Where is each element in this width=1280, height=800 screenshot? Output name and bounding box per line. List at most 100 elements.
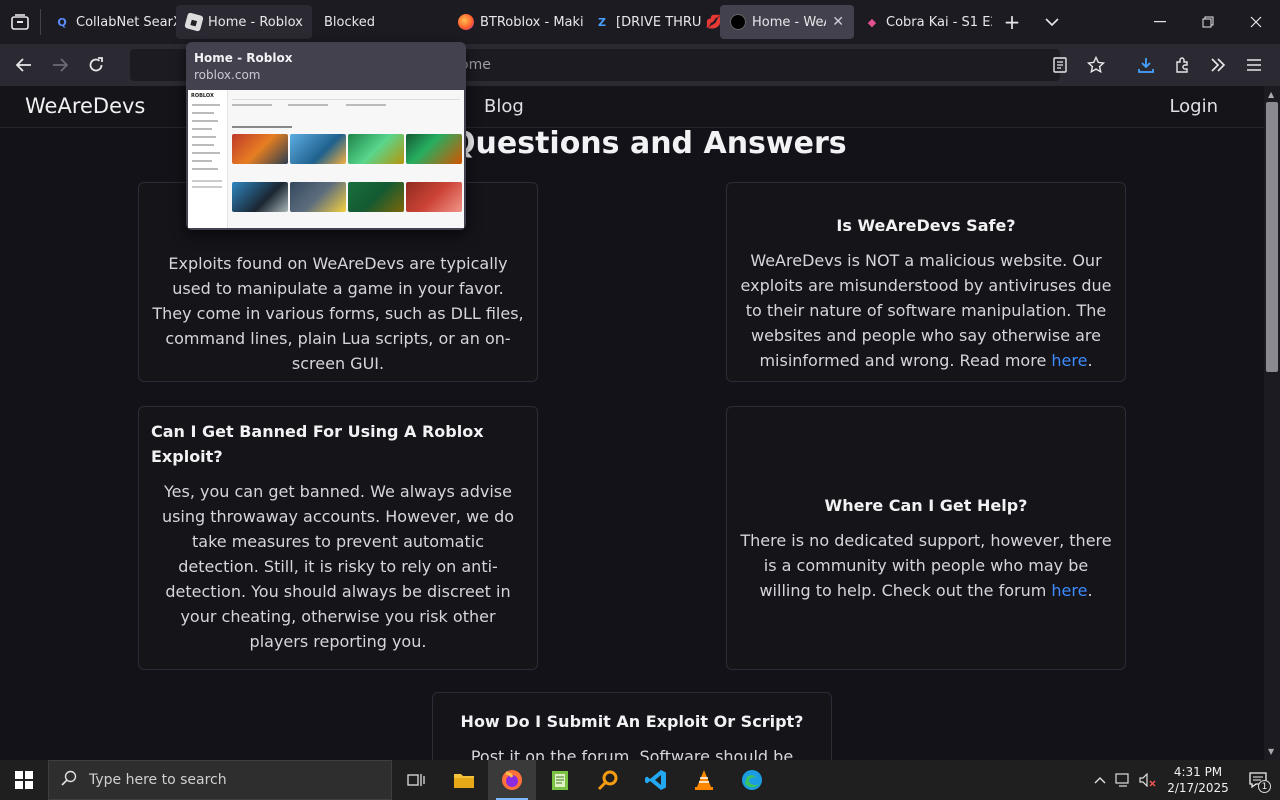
hamburger-menu-icon[interactable] (1236, 49, 1272, 81)
taskbar-search-box[interactable]: Type here to search (48, 760, 392, 800)
tab-title: [DRIVE THRU 💋] (616, 14, 720, 30)
tab-cobra-kai[interactable]: ◆ Cobra Kai - S1 E2 (854, 5, 992, 39)
windows-taskbar: Type here to search 4:31 PM 2/17/2025 1 (0, 760, 1280, 800)
faq-answer-suffix: . (1087, 581, 1093, 600)
scroll-up-arrow-icon[interactable]: ▲ (1268, 90, 1274, 99)
windows-start-icon[interactable] (0, 760, 48, 800)
drive-favicon-icon: Z (598, 15, 606, 29)
faq-card-is-safe: Is WeAreDevs Safe? WeAreDevs is NOT a ma… (726, 182, 1126, 382)
read-more-link[interactable]: here (1051, 351, 1087, 370)
tab-btroblox[interactable]: BTRoblox - Making (448, 5, 584, 39)
tab-title: Home - Roblox (208, 14, 303, 30)
close-tab-icon[interactable]: ✕ (832, 14, 844, 30)
thumb-line (232, 126, 292, 128)
thumb-line (346, 104, 386, 106)
site-logo[interactable]: WeAreDevs (25, 94, 145, 118)
thumb-line (192, 112, 214, 114)
nav-blog-link[interactable]: Blog (484, 96, 524, 117)
back-icon[interactable] (6, 49, 42, 81)
tray-overflow-chevron-icon[interactable] (1088, 760, 1112, 800)
thumb-game-card (290, 182, 346, 212)
overflow-chevrons-icon[interactable] (1200, 49, 1236, 81)
task-view-icon[interactable] (392, 760, 440, 800)
preview-url: roblox.com (194, 68, 261, 82)
taskbar-clock[interactable]: 4:31 PM 2/17/2025 (1160, 764, 1236, 796)
faq-answer: Post it on the forum. Software should be… (470, 747, 794, 760)
download-icon[interactable] (1128, 49, 1164, 81)
preview-title: Home - Roblox (194, 51, 293, 65)
thumb-line (192, 144, 214, 146)
faq-answer-suffix: . (1087, 351, 1093, 370)
nav-login-link[interactable]: Login (1169, 96, 1218, 117)
thumb-game-card (406, 134, 462, 164)
faq-question: How Do I Submit An Exploit Or Script? (460, 712, 804, 731)
thumb-line (192, 104, 220, 106)
faq-card-submit: How Do I Submit An Exploit Or Script? Po… (432, 692, 832, 760)
cobra-favicon-icon: ◆ (867, 15, 877, 29)
system-tray: 4:31 PM 2/17/2025 1 (1088, 760, 1280, 800)
thumb-line (192, 136, 216, 138)
vscode-icon[interactable] (632, 760, 680, 800)
tab-title: BTRoblox - Making (480, 14, 584, 30)
magnifier-app-icon[interactable] (584, 760, 632, 800)
close-window-icon[interactable] (1232, 0, 1280, 44)
clock-date: 2/17/2025 (1167, 781, 1229, 795)
thumb-logo: ROBLOX (191, 93, 214, 99)
tab-title: Cobra Kai - S1 E2 (886, 14, 992, 30)
section-title: Questions and Answers (450, 126, 847, 161)
thumb-line (192, 160, 212, 162)
notification-center-icon[interactable]: 1 (1236, 760, 1280, 800)
reload-icon[interactable] (78, 49, 114, 81)
new-tab-icon[interactable]: + (992, 0, 1032, 44)
list-tabs-chevron-icon[interactable] (1032, 0, 1072, 44)
search-favicon-icon: Q (57, 15, 67, 29)
faq-answer-wrapper: WeAreDevs is NOT a malicious website. Ou… (739, 248, 1113, 373)
extensions-icon[interactable] (1164, 49, 1200, 81)
forum-link[interactable]: here (1051, 581, 1087, 600)
edge-icon[interactable] (728, 760, 776, 800)
notification-count-badge: 1 (1258, 780, 1271, 793)
volume-muted-icon[interactable] (1136, 760, 1160, 800)
roblox-favicon-icon: ▪ (184, 12, 204, 32)
toolbar-right (1042, 44, 1272, 86)
thumb-line (192, 180, 222, 182)
tab-drive-thru[interactable]: Z [DRIVE THRU 💋] (584, 5, 720, 39)
reader-view-icon[interactable] (1042, 49, 1078, 81)
thumb-line (288, 104, 328, 106)
tab-hover-preview: Home - Roblox roblox.com ROBLOX (186, 42, 466, 230)
firefox-view-icon[interactable] (0, 0, 40, 44)
forward-icon[interactable] (42, 49, 78, 81)
faq-question: Where Can I Get Help? (824, 496, 1028, 515)
firefox-favicon-icon (458, 14, 474, 30)
restore-icon[interactable] (1184, 0, 1232, 44)
thumb-line (192, 168, 218, 170)
file-explorer-icon[interactable] (440, 760, 488, 800)
firefox-taskbar-icon[interactable] (488, 760, 536, 800)
faq-card-help: Where Can I Get Help? There is no dedica… (726, 406, 1126, 670)
search-placeholder: Type here to search (89, 772, 227, 788)
thumb-game-card (290, 134, 346, 164)
faq-answer-wrapper: There is no dedicated support, however, … (739, 528, 1113, 603)
thumb-line (192, 128, 212, 130)
thumb-game-card (406, 182, 462, 212)
clock-time: 4:31 PM (1173, 765, 1223, 779)
faq-answer: Exploits found on WeAreDevs are typicall… (152, 254, 524, 373)
network-icon[interactable] (1112, 760, 1136, 800)
vlc-icon[interactable] (680, 760, 728, 800)
tab-title: Blocked (324, 14, 375, 30)
tab-wearedevs[interactable]: Home - WeAreD ✕ (720, 5, 854, 39)
faq-card-banned: Can I Get Banned For Using A Roblox Expl… (138, 406, 538, 670)
faq-answer: Yes, you can get banned. We always advis… (161, 482, 515, 651)
notepad-icon[interactable] (536, 760, 584, 800)
scroll-down-arrow-icon[interactable]: ▼ (1268, 747, 1274, 756)
page-scrollbar[interactable]: ▲ ▼ (1264, 86, 1280, 760)
bookmark-star-icon[interactable] (1078, 49, 1114, 81)
thumb-sidebar: ROBLOX (188, 90, 228, 228)
thumb-line (192, 186, 222, 188)
tab-collabnet[interactable]: Q CollabNet SearXN (44, 5, 176, 39)
scroll-thumb[interactable] (1266, 102, 1278, 372)
tab-blocked[interactable]: Blocked (312, 5, 448, 39)
minimize-icon[interactable] (1136, 0, 1184, 44)
tab-roblox[interactable]: ▪ Home - Roblox (176, 5, 312, 39)
search-icon (61, 770, 77, 790)
